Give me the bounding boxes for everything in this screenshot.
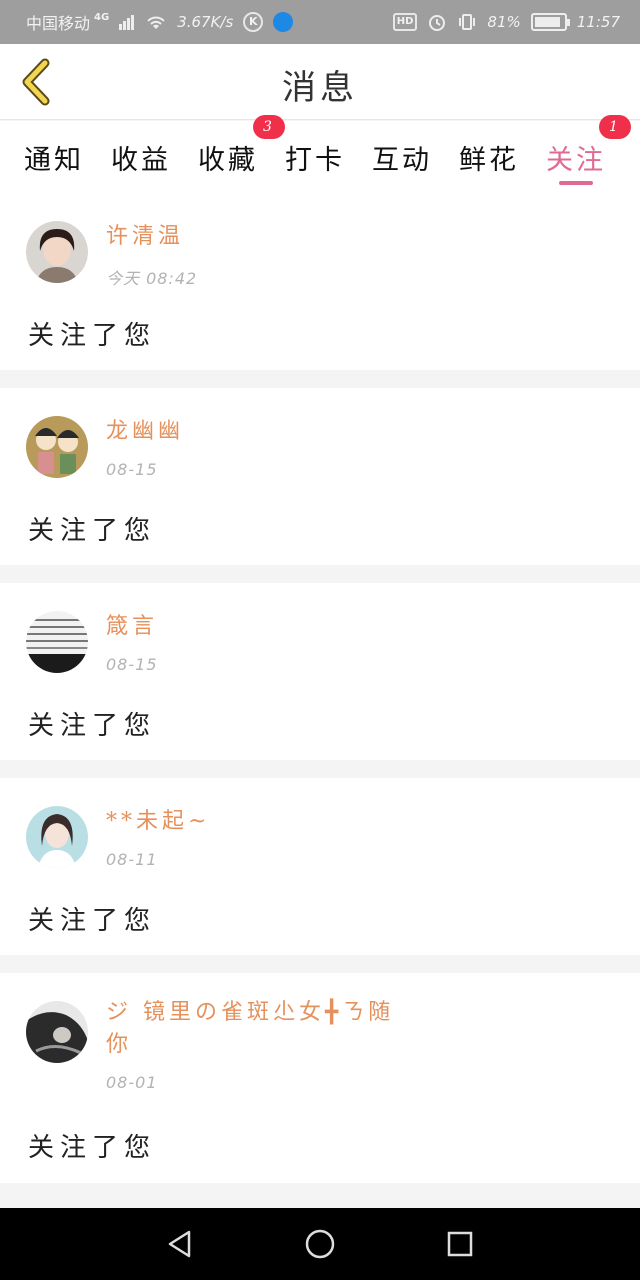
status-right: HD 81% 11:57	[392, 12, 620, 32]
message-list: 许清温 今天 08:42 关注了您 龙幽幽 08-15 关注了您 箴言 08-1…	[0, 193, 640, 1201]
nav-recents-button[interactable]	[440, 1224, 480, 1264]
message-text: 关注了您	[28, 906, 157, 936]
avatar[interactable]	[26, 416, 88, 478]
list-item[interactable]: **未起~ 08-11 关注了您	[0, 778, 640, 955]
list-item[interactable]: 龙幽幽 08-15 关注了您	[0, 388, 640, 565]
square-recents-icon	[447, 1231, 473, 1257]
tab-follow[interactable]: 关注 1	[546, 115, 633, 193]
message-text: 关注了您	[28, 321, 157, 351]
user-name[interactable]: 许清温	[106, 221, 416, 253]
unread-badge: 1	[599, 115, 631, 139]
user-name[interactable]: 龙幽幽	[106, 416, 416, 448]
net-speed: 3.67K/s	[177, 13, 234, 31]
tab-bar: 通知 收益 收藏 3 打卡 互动 鲜花 关注 1	[0, 115, 640, 193]
avatar[interactable]	[26, 1001, 88, 1063]
clock: 11:57	[576, 13, 620, 31]
wifi-icon	[145, 13, 167, 31]
circle-home-icon	[305, 1229, 335, 1259]
list-item[interactable]: ジ 镜里の雀斑尐女╋ㄋ随你 08-01 关注了您	[0, 973, 640, 1183]
tab-label: 互动	[372, 144, 432, 176]
user-name[interactable]: 箴言	[106, 611, 416, 643]
tab-flowers[interactable]: 鲜花	[459, 121, 546, 193]
network-type: 4G	[94, 11, 110, 23]
message-text: 关注了您	[28, 1133, 157, 1163]
tab-label: 鲜花	[459, 144, 519, 176]
signal-icon	[119, 14, 135, 30]
message-text: 关注了您	[28, 711, 157, 741]
tab-interaction[interactable]: 互动	[372, 121, 459, 193]
tab-favorites[interactable]: 收藏 3	[198, 115, 285, 193]
triangle-back-icon	[168, 1230, 191, 1258]
k-app-icon: K	[243, 12, 264, 32]
message-text: 关注了您	[28, 516, 157, 546]
hd-icon: HD	[392, 13, 418, 31]
battery-icon	[530, 13, 570, 31]
message-time: 08-01	[106, 1073, 158, 1092]
message-time: 08-15	[106, 460, 158, 479]
tab-label: 通知	[24, 144, 84, 176]
user-name[interactable]: **未起~	[106, 806, 416, 838]
message-time: 08-11	[106, 850, 158, 869]
tab-label: 收藏	[198, 144, 258, 176]
tab-label: 关注	[546, 144, 606, 176]
vibrate-icon	[457, 12, 477, 32]
tab-notice[interactable]: 通知	[24, 121, 111, 193]
message-time: 08-15	[106, 655, 158, 674]
tab-earnings[interactable]: 收益	[111, 121, 198, 193]
alarm-icon	[427, 12, 447, 32]
list-item[interactable]: 箴言 08-15 关注了您	[0, 583, 640, 760]
battery-percent: 81%	[487, 13, 521, 31]
carrier-label: 中国移动	[26, 14, 91, 33]
unread-badge: 3	[253, 115, 285, 139]
tab-label: 收益	[111, 144, 171, 176]
avatar[interactable]	[26, 611, 88, 673]
tab-checkin[interactable]: 打卡	[285, 121, 372, 193]
active-tab-indicator	[559, 181, 593, 185]
music-app-icon	[273, 12, 294, 32]
avatar[interactable]	[26, 221, 88, 283]
header: 消息	[0, 44, 640, 120]
user-name[interactable]: ジ 镜里の雀斑尐女╋ㄋ随你	[106, 997, 416, 1061]
message-time: 今天 08:42	[106, 269, 198, 288]
avatar[interactable]	[26, 806, 88, 868]
tab-label: 打卡	[285, 144, 345, 176]
system-nav-bar	[0, 1208, 640, 1280]
status-left: 中国移动 4G 3.67K/s K	[26, 10, 294, 34]
status-bar: 中国移动 4G 3.67K/s K HD 81% 11:57	[0, 0, 640, 44]
page-title: 消息	[282, 68, 358, 108]
list-item[interactable]: 许清温 今天 08:42 关注了您	[0, 193, 640, 370]
nav-back-button[interactable]	[160, 1224, 200, 1264]
nav-home-button[interactable]	[300, 1224, 340, 1264]
